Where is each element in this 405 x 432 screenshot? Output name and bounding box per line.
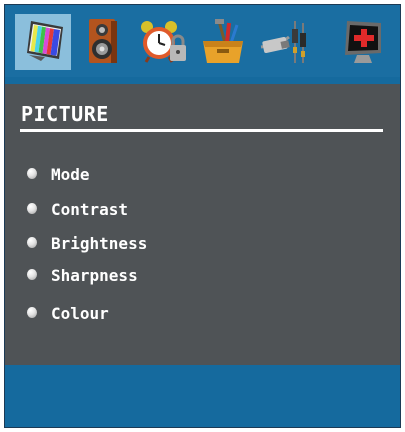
menu-item-label: Brightness — [51, 234, 148, 253]
toolbox-icon — [203, 19, 243, 63]
menu-item-colour[interactable]: Colour — [27, 302, 227, 326]
menu-item-mode[interactable]: Mode — [27, 163, 227, 187]
menu-item-label: Contrast — [51, 200, 129, 219]
tv-osd-menu: PICTURE Mode Contrast Brightness Sharpne… — [4, 4, 401, 428]
bullet-icon — [27, 237, 37, 248]
monitor-source-icon — [345, 21, 381, 63]
menu-item-contrast[interactable]: Contrast — [27, 198, 227, 222]
panel-title: PICTURE — [21, 102, 109, 126]
tab-setup[interactable] — [195, 14, 251, 70]
bullet-icon — [27, 203, 37, 214]
menu-icon-bar — [5, 5, 400, 77]
speaker-icon — [89, 19, 117, 63]
tab-picture[interactable] — [15, 14, 71, 70]
tab-features[interactable] — [135, 14, 191, 70]
tab-sound[interactable] — [75, 14, 131, 70]
footer-bar — [5, 365, 400, 427]
menu-item-label: Colour — [51, 304, 109, 323]
bullet-icon — [27, 307, 37, 318]
bullet-icon — [27, 269, 37, 280]
tv-picture-icon — [27, 21, 63, 61]
tab-source[interactable] — [335, 14, 391, 70]
tab-connectors[interactable] — [255, 14, 311, 70]
title-divider — [20, 129, 383, 132]
alarm-clock-lock-icon — [141, 21, 186, 63]
connector-cable-icon — [260, 21, 306, 63]
menu-item-brightness[interactable]: Brightness — [27, 232, 227, 256]
menu-item-label: Sharpness — [51, 266, 138, 285]
menu-item-sharpness[interactable]: Sharpness — [27, 264, 227, 288]
menu-item-label: Mode — [51, 165, 90, 184]
bullet-icon — [27, 168, 37, 179]
picture-settings-panel: PICTURE Mode Contrast Brightness Sharpne… — [5, 84, 400, 365]
